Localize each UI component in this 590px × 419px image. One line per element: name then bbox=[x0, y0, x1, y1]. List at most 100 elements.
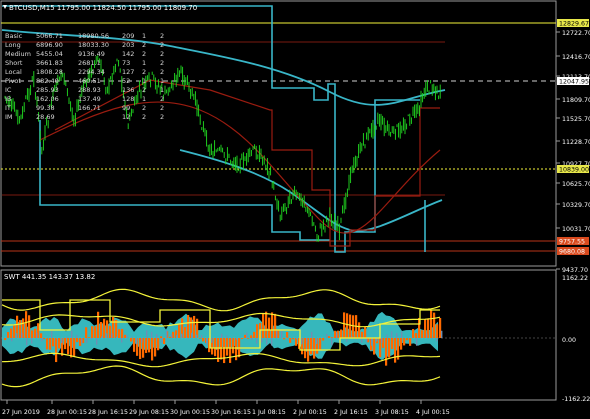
indicator-bar-secondary bbox=[191, 332, 193, 338]
indicator-bar-secondary bbox=[231, 338, 233, 340]
price-badge-label: 12829.67 bbox=[559, 21, 589, 28]
indicator-bar bbox=[256, 324, 259, 338]
symbol-header: BTCUSD,M15 11795.00 11824.50 11795.00 11… bbox=[9, 4, 197, 12]
indicator-axis-label: 0.00 bbox=[562, 337, 576, 344]
stats-cell: 99.38 bbox=[36, 104, 55, 112]
stats-cell: 1 bbox=[142, 77, 146, 85]
indicator-bar bbox=[343, 312, 346, 338]
price-axis bbox=[556, 31, 560, 270]
indicator-bar-secondary bbox=[166, 330, 168, 338]
stats-cell: Medium bbox=[5, 50, 31, 58]
indicator-bar bbox=[412, 329, 415, 338]
indicator-bar bbox=[385, 338, 388, 366]
stats-cell: IC bbox=[5, 86, 12, 94]
stats-cell: 285.93 bbox=[36, 86, 59, 94]
stats-cell: 18980.56 bbox=[78, 32, 109, 40]
indicator-bar bbox=[433, 312, 436, 338]
indicator-bar bbox=[70, 338, 73, 358]
indicator-bar bbox=[97, 311, 100, 338]
stats-cell: 52 bbox=[122, 77, 130, 85]
indicator-axis-label: 1162.22 bbox=[562, 275, 588, 282]
indicator-bar bbox=[373, 338, 376, 355]
stats-cell: Short bbox=[5, 59, 23, 67]
indicator-bar bbox=[358, 322, 361, 338]
indicator-bar bbox=[199, 338, 202, 339]
indicator-bar bbox=[340, 329, 343, 338]
indicator-bar bbox=[250, 335, 253, 338]
indicator-bar bbox=[214, 338, 217, 357]
price-axis-labels: 12722.7012416.7012113.7011809.7011525.70… bbox=[557, 19, 590, 274]
indicator-bar bbox=[184, 326, 187, 338]
indicator-bar bbox=[178, 324, 181, 338]
indicator-bar bbox=[154, 338, 157, 357]
indicator-bar-secondary bbox=[416, 338, 418, 346]
trading-chart[interactable]: Basic 5066.71 18980.56 209 1 2Long 6896.90 1803… bbox=[0, 0, 590, 419]
indicator-bar-secondary bbox=[391, 331, 393, 338]
stats-cell: 209 bbox=[122, 32, 134, 40]
price-badge-label: 12047.95 bbox=[559, 79, 589, 86]
stats-cell: 5455.04 bbox=[36, 50, 63, 58]
time-label: 1 Jul 08:15 bbox=[252, 409, 286, 416]
stats-cell: 2 bbox=[142, 86, 146, 94]
indicator-bar-secondary bbox=[266, 338, 268, 345]
price-label: 10031.70 bbox=[562, 226, 590, 233]
stats-cell: 166.71 bbox=[78, 104, 101, 112]
indicator-bar-secondary bbox=[86, 338, 88, 343]
price-label: 9437.70 bbox=[562, 267, 588, 274]
indicator-bar bbox=[67, 338, 70, 355]
stats-cell: 203 bbox=[122, 41, 134, 49]
indicator-bar bbox=[415, 333, 418, 338]
indicator-bar bbox=[436, 324, 439, 338]
indicator-bar-secondary bbox=[286, 337, 288, 338]
indicator-bar-secondary bbox=[126, 334, 128, 338]
indicator-bar-secondary bbox=[186, 336, 188, 338]
indicator-bar bbox=[202, 338, 205, 342]
stats-cell: 1 bbox=[142, 59, 146, 67]
indicator-bar bbox=[253, 331, 256, 338]
indicator-bar bbox=[13, 325, 16, 338]
indicator-bar-secondary bbox=[306, 338, 308, 344]
price-badge-label: 9757.55 bbox=[559, 239, 585, 246]
stats-cell: 6896.90 bbox=[36, 41, 63, 49]
indicator-bar bbox=[406, 338, 409, 341]
stats-cell: 2 bbox=[160, 50, 164, 58]
indicator-bar-secondary bbox=[156, 334, 158, 338]
indicator-bar bbox=[220, 338, 223, 360]
indicator-bar-secondary bbox=[26, 338, 28, 346]
stats-cell: Local bbox=[5, 68, 22, 76]
indicator-bar bbox=[346, 313, 349, 338]
indicator-bar bbox=[283, 338, 286, 340]
indicator-bar-secondary bbox=[21, 332, 23, 338]
indicator-bar-secondary bbox=[141, 338, 143, 343]
indicator-histogram bbox=[1, 288, 443, 388]
time-label: 29 Jun 08:15 bbox=[129, 409, 169, 416]
indicator-bar bbox=[379, 338, 382, 358]
indicator-bar-secondary bbox=[431, 338, 433, 339]
indicator-bar-secondary bbox=[106, 333, 108, 338]
price-label: 11809.70 bbox=[562, 97, 590, 104]
indicator-bar bbox=[118, 329, 121, 338]
indicator-bar bbox=[73, 338, 76, 357]
stats-cell: 12 bbox=[122, 113, 130, 121]
indicator-bar-secondary bbox=[161, 338, 163, 343]
indicator-bar bbox=[94, 326, 97, 338]
stats-cell: 127 bbox=[122, 68, 134, 76]
stats-cell: 99 bbox=[122, 104, 130, 112]
cyan-step-line bbox=[2, 5, 420, 253]
indicator-bar bbox=[58, 338, 61, 349]
indicator-bar-secondary bbox=[311, 331, 313, 338]
indicator-bar bbox=[64, 338, 67, 350]
stats-cell: 137.49 bbox=[78, 95, 101, 103]
indicator-bar-secondary bbox=[36, 332, 38, 338]
price-label: 12416.70 bbox=[562, 54, 590, 61]
stats-cell: 1 bbox=[142, 95, 146, 103]
indicator-bar bbox=[322, 338, 325, 341]
stats-cell: 2 bbox=[142, 41, 146, 49]
indicator-bar bbox=[313, 338, 316, 359]
time-label: 30 Jun 00:15 bbox=[170, 409, 210, 416]
indicator-bar bbox=[76, 338, 79, 343]
time-label: 2 Jul 16:15 bbox=[334, 409, 368, 416]
indicator-bar-secondary bbox=[271, 338, 273, 346]
price-label: 12722.70 bbox=[562, 30, 590, 37]
indicator-bar-secondary bbox=[261, 338, 263, 343]
